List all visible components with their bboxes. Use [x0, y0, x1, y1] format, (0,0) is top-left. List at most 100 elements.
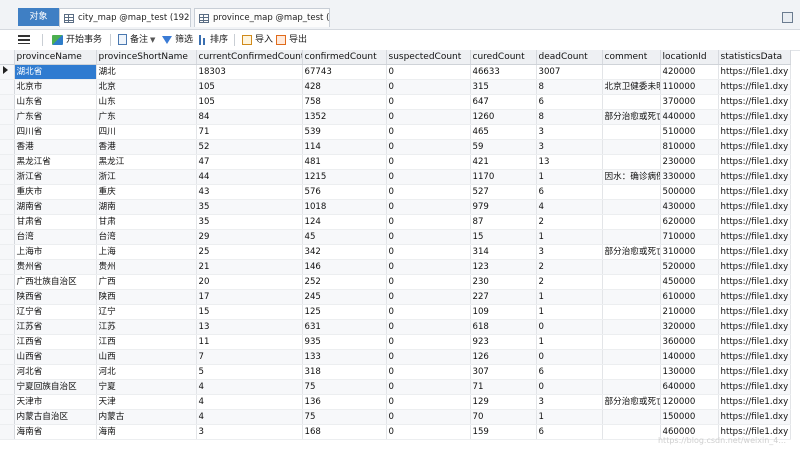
- table-cell[interactable]: 四川省: [14, 124, 97, 140]
- table-row[interactable]: 陕西省 陕西 17 245 0 227 1 610000 https://file1.dxy: [0, 289, 791, 305]
- table-cell[interactable]: 部分治愈或死亡: [602, 394, 661, 410]
- table-cell[interactable]: 内蒙古自治区: [14, 409, 97, 425]
- table-cell[interactable]: [602, 139, 661, 155]
- table-cell[interactable]: 47: [196, 154, 303, 170]
- table-cell[interactable]: 59: [470, 139, 537, 155]
- table-cell[interactable]: https://file1.dxy: [718, 79, 791, 95]
- table-cell[interactable]: 21: [196, 259, 303, 275]
- table-cell[interactable]: 山西省: [14, 349, 97, 365]
- table-cell[interactable]: 0: [536, 379, 603, 395]
- table-cell[interactable]: 天津市: [14, 394, 97, 410]
- table-cell[interactable]: https://file1.dxy: [718, 184, 791, 200]
- table-cell[interactable]: 67743: [302, 64, 387, 80]
- table-cell[interactable]: 4: [536, 199, 603, 215]
- table-cell[interactable]: 江西: [96, 334, 197, 350]
- table-cell[interactable]: 北京: [96, 79, 197, 95]
- table-cell[interactable]: 1260: [470, 109, 537, 125]
- table-cell[interactable]: 1170: [470, 169, 537, 185]
- table-cell[interactable]: 252: [302, 274, 387, 290]
- table-cell[interactable]: [602, 229, 661, 245]
- table-cell[interactable]: 133: [302, 349, 387, 365]
- table-cell[interactable]: https://file1.dxy: [718, 154, 791, 170]
- table-cell[interactable]: 江西省: [14, 334, 97, 350]
- table-cell[interactable]: 230: [470, 274, 537, 290]
- table-cell[interactable]: 湖北省: [14, 64, 97, 80]
- table-cell[interactable]: 宁夏回族自治区: [14, 379, 97, 395]
- table-cell[interactable]: https://file1.dxy: [718, 259, 791, 275]
- table-cell[interactable]: 1: [536, 334, 603, 350]
- table-cell[interactable]: https://file1.dxy: [718, 394, 791, 410]
- table-row[interactable]: 黑龙江省 黑龙江 47 481 0 421 13 230000 https://file1.dx…: [0, 154, 791, 170]
- table-row[interactable]: 北京市 北京 105 428 0 315 8 北京卫健委未明 110000 https://fil…: [0, 79, 791, 95]
- table-cell[interactable]: 640000: [660, 379, 719, 395]
- table-cell[interactable]: 湖南省: [14, 199, 97, 215]
- table-cell[interactable]: 87: [470, 214, 537, 230]
- table-row[interactable]: 浙江省 浙江 44 1215 0 1170 1 因水：确诊病例 330000 https://fi…: [0, 169, 791, 185]
- table-cell[interactable]: [602, 154, 661, 170]
- table-cell[interactable]: 0: [386, 109, 471, 125]
- table-cell[interactable]: 四川: [96, 124, 197, 140]
- table-cell[interactable]: 307: [470, 364, 537, 380]
- table-row[interactable]: 江苏省 江苏 13 631 0 618 0 320000 https://file1.dxy: [0, 319, 791, 335]
- table-cell[interactable]: 75: [302, 379, 387, 395]
- table-cell[interactable]: 710000: [660, 229, 719, 245]
- table-cell[interactable]: 7: [196, 349, 303, 365]
- table-cell[interactable]: 428: [302, 79, 387, 95]
- table-cell[interactable]: 1: [536, 169, 603, 185]
- row-header[interactable]: [0, 199, 15, 215]
- table-cell[interactable]: 758: [302, 94, 387, 110]
- table-row[interactable]: 广西壮族自治区 广西 20 252 0 230 2 450000 https://file1.d…: [0, 274, 791, 290]
- table-row[interactable]: 辽宁省 辽宁 15 125 0 109 1 210000 https://file1.dxy: [0, 304, 791, 320]
- table-cell[interactable]: 230000: [660, 154, 719, 170]
- table-cell[interactable]: https://file1.dxy: [718, 214, 791, 230]
- table-cell[interactable]: 宁夏: [96, 379, 197, 395]
- table-cell[interactable]: 979: [470, 199, 537, 215]
- table-cell[interactable]: 140000: [660, 349, 719, 365]
- table-cell[interactable]: 500000: [660, 184, 719, 200]
- table-cell[interactable]: https://file1.dxy: [718, 199, 791, 215]
- row-header[interactable]: [0, 244, 15, 260]
- table-cell[interactable]: 甘肃省: [14, 214, 97, 230]
- table-cell[interactable]: [602, 379, 661, 395]
- table-cell[interactable]: 0: [386, 244, 471, 260]
- column-header[interactable]: statisticsData: [718, 50, 791, 65]
- table-cell[interactable]: 330000: [660, 169, 719, 185]
- table-cell[interactable]: https://file1.dxy: [718, 289, 791, 305]
- table-cell[interactable]: 370000: [660, 94, 719, 110]
- table-cell[interactable]: [602, 364, 661, 380]
- table-cell[interactable]: 227: [470, 289, 537, 305]
- table-row[interactable]: 香港 香港 52 114 0 59 3 810000 https://file1.dxy: [0, 139, 791, 155]
- table-cell[interactable]: 上海: [96, 244, 197, 260]
- table-row[interactable]: 重庆市 重庆 43 576 0 527 6 500000 https://file1.dxy: [0, 184, 791, 200]
- table-cell[interactable]: 618: [470, 319, 537, 335]
- table-cell[interactable]: 台湾: [14, 229, 97, 245]
- table-cell[interactable]: https://file1.dxy: [718, 334, 791, 350]
- table-cell[interactable]: 15: [196, 304, 303, 320]
- table-row[interactable]: 河北省 河北 5 318 0 307 6 130000 https://file1.dxy: [0, 364, 791, 380]
- table-cell[interactable]: 台湾: [96, 229, 197, 245]
- table-cell[interactable]: 浙江省: [14, 169, 97, 185]
- table-cell[interactable]: 0: [386, 79, 471, 95]
- table-cell[interactable]: 70: [470, 409, 537, 425]
- row-header[interactable]: [0, 334, 15, 350]
- table-cell[interactable]: 245: [302, 289, 387, 305]
- table-cell[interactable]: https://file1.dxy: [718, 364, 791, 380]
- table-cell[interactable]: [602, 334, 661, 350]
- table-cell[interactable]: https://file1.dxy: [718, 169, 791, 185]
- table-row[interactable]: 山东省 山东 105 758 0 647 6 370000 https://file1.dxy: [0, 94, 791, 110]
- table-cell[interactable]: https://file1.dxy: [718, 244, 791, 260]
- table-cell[interactable]: 29: [196, 229, 303, 245]
- table-cell[interactable]: 北京市: [14, 79, 97, 95]
- table-cell[interactable]: 18303: [196, 64, 303, 80]
- table-cell[interactable]: 421: [470, 154, 537, 170]
- table-cell[interactable]: 上海市: [14, 244, 97, 260]
- row-header[interactable]: [0, 94, 15, 110]
- table-cell[interactable]: 75: [302, 409, 387, 425]
- table-row[interactable]: 湖南省 湖南 35 1018 0 979 4 430000 https://file1.dxy: [0, 199, 791, 215]
- table-cell[interactable]: [602, 199, 661, 215]
- table-cell[interactable]: 6: [536, 424, 603, 440]
- table-cell[interactable]: 北京卫健委未明: [602, 79, 661, 95]
- table-row[interactable]: 广东省 广东 84 1352 0 1260 8 部分治愈或死亡 440000 https://fi…: [0, 109, 791, 125]
- table-row[interactable]: 四川省 四川 71 539 0 465 3 510000 https://file1.dxy: [0, 124, 791, 140]
- table-cell[interactable]: 山西: [96, 349, 197, 365]
